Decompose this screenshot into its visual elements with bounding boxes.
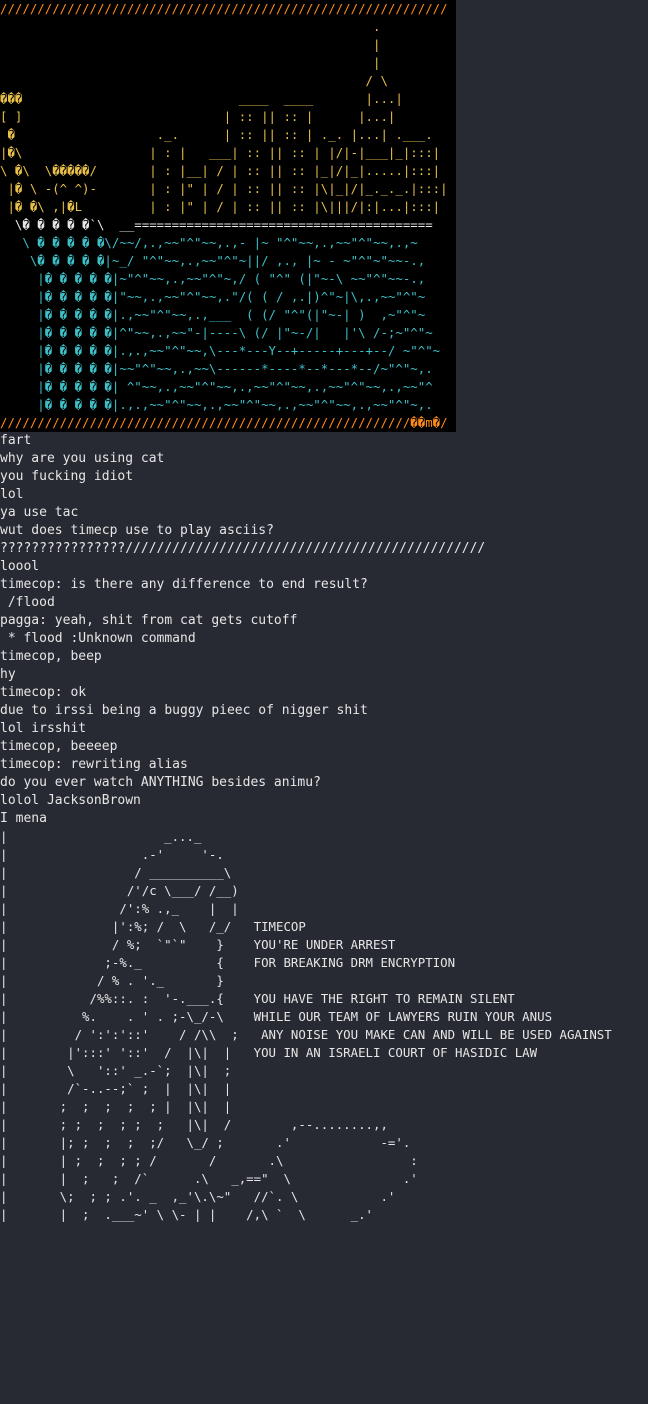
- ascii-art-line: / \: [0, 73, 448, 88]
- timecop-art-line: | .-' '-.: [0, 847, 224, 862]
- ascii-art-line: |: [0, 55, 448, 70]
- ascii-art-line: |� � � � �|.,~~"^"~~,.,___ ( (/ "^"(|"~-…: [0, 307, 426, 322]
- chat-message: timecop: rewriting alias: [0, 757, 188, 772]
- chat-message: wut does timecp use to play asciis?: [0, 523, 274, 538]
- chat-message: lolol JacksonBrown: [0, 793, 141, 808]
- ascii-art-line: \� � � � �`\ __=========================…: [0, 217, 433, 232]
- ascii-art-line: [ ] | :: || :: | |...|: [0, 109, 441, 124]
- chat-message: hy: [0, 667, 16, 682]
- timecop-art-line: | / % . '._ }: [0, 973, 224, 988]
- timecop-art-line: | |; ; ; ; ;/ \_/ ; .' -='.: [0, 1135, 411, 1150]
- ascii-art-line: |� � � � �|"~~,.,~~"^"~~,."/( ( / ,.|)^"…: [0, 289, 426, 304]
- timecop-art-line: | %. . ' . ;-\_/-\ WHILE OUR TEAM OF LAW…: [0, 1009, 553, 1024]
- timecop-art-line: | |':%; / \ /_/ TIMECOP: [0, 919, 306, 934]
- chat-log: fart why are you using cat you fucking idi…: [0, 432, 648, 828]
- chat-message: ????????????????////////////////////////…: [0, 541, 486, 556]
- ascii-art-line: |�\ | : | ___| :: || :: | |/|-|___|_|:::…: [0, 145, 441, 160]
- chat-message: lol irsshit: [0, 721, 87, 736]
- timecop-art-line: | | ; ; /` .\ _,==" \ .': [0, 1171, 418, 1186]
- timecop-art-line: | | ; ; ; ; / / .\ :: [0, 1153, 418, 1168]
- ascii-art-line: ��� ____ ____ |...|: [0, 91, 448, 106]
- ascii-art-line: \ �\ \�����/ | : |__| / | :: || :: |_|/|…: [0, 163, 441, 178]
- chat-message: pagga: yeah, shit from cat gets cutoff: [0, 613, 298, 628]
- chat-message: timecop: ok: [0, 685, 87, 700]
- ascii-art-line: |� \ -(^ ^)- | : |" | / | :: || :: |\|_|…: [0, 181, 448, 196]
- chat-message: why are you using cat: [0, 451, 165, 466]
- timecop-art-line: | \ '::' _.-`; |\| ;: [0, 1063, 232, 1078]
- timecop-art-line: | \; ; ; .'. _ ,_'\.\~" //`. \ .': [0, 1189, 396, 1204]
- ascii-art-line: .: [0, 19, 448, 34]
- ascii-art-line: ////////////////////////////////////////…: [0, 1, 448, 16]
- ascii-art-line: |: [0, 37, 448, 52]
- chat-message: /flood: [0, 595, 55, 610]
- ascii-art-line: |� � � � �|~~"^"~~,.,~~\------*----*--*-…: [0, 361, 433, 376]
- timecop-art-line: | ; ; ; ; ; | |\| |: [0, 1099, 232, 1114]
- timecop-art-line: | /'/c \___/ /__): [0, 883, 239, 898]
- timecop-art-line: | ;-%._ { FOR BREAKING DRM ENCRYPTION: [0, 955, 456, 970]
- chat-message: lol: [0, 487, 24, 502]
- timecop-art-line: | ; ; ; ; ; ; |\| / ,--........,,: [0, 1117, 388, 1132]
- timecop-ascii-art: | _..._ | .-' '-. | / __________\ | /'/c…: [0, 828, 648, 1224]
- chat-message: loool: [0, 559, 40, 574]
- timecop-art-line: | / __________\: [0, 865, 232, 880]
- chat-message: ya use tac: [0, 505, 79, 520]
- ascii-art-line: |� � � � �| ^"~~,.,~~"^"~~,.,~~"^"~~,.,~…: [0, 379, 433, 394]
- chat-message: timecop, beeeep: [0, 739, 118, 754]
- ascii-art-line: |� � � � �|^"~~,.,~~"-|----\ (/ |"~-/| |…: [0, 325, 433, 340]
- chat-message: fart: [0, 433, 32, 448]
- ascii-art-castle: ////////////////////////////////////////…: [0, 0, 456, 432]
- ascii-art-line: |� � � � �|.,.,~~"^"~~,.,~~"^"~~,.,~~"^"…: [0, 397, 433, 412]
- ascii-art-line: ////////////////////////////////////////…: [0, 415, 448, 430]
- ascii-art-line: |� � � � �|.,.,~~"^"~~,\---*---Y--+-----…: [0, 343, 441, 358]
- chat-message: do you ever watch ANYTHING besides animu…: [0, 775, 321, 790]
- timecop-art-line: | /`-..--;` ; | |\| |: [0, 1081, 232, 1096]
- chat-message: you fucking idiot: [0, 469, 134, 484]
- chat-message: timecop: is there any difference to end …: [0, 577, 368, 592]
- timecop-art-line: | /%%::. : '-.___.{ YOU HAVE THE RIGHT T…: [0, 991, 515, 1006]
- timecop-art-line: | / %; `"`" } YOU'RE UNDER ARREST: [0, 937, 396, 952]
- timecop-art-line: | _..._: [0, 829, 202, 844]
- timecop-art-line: | /':% .,_ | |: [0, 901, 239, 916]
- timecop-art-line: | / ':':'::' / /\\ ; ANY NOISE YOU MAKE …: [0, 1027, 612, 1042]
- timecop-art-line: | | ; .___~' \ \- | | /,\ ` \ _.': [0, 1207, 373, 1222]
- ascii-art-text: ////////////////////////////////////////…: [0, 0, 456, 432]
- chat-message: I mena: [0, 811, 47, 826]
- chat-message: * flood :Unknown command: [0, 631, 196, 646]
- timecop-art-line: | |':::' '::' / |\| | YOU IN AN ISRAELI …: [0, 1045, 538, 1060]
- ascii-art-line: \� � � � �|~_/ "^"~~,.,~~"^"~||/ ,., |~ …: [0, 253, 426, 268]
- ascii-art-line: |� � � � �|~"^"~~,.,~~"^"~,/ ( "^" (|"~-…: [0, 271, 426, 286]
- ascii-art-line: \ � � � � �\/~~/,.,~~"^"~~,.,- |~ "^"~~,…: [0, 235, 418, 250]
- chat-message: due to irssi being a buggy pieec of nigg…: [0, 703, 368, 718]
- chat-message: timecop, beep: [0, 649, 102, 664]
- ascii-art-line: � ._. | :: || :: | ._. |...| .___.: [0, 127, 448, 142]
- ascii-art-line: |� �\ ,|�L | : |" | / | :: || :: |\|||/|…: [0, 199, 441, 214]
